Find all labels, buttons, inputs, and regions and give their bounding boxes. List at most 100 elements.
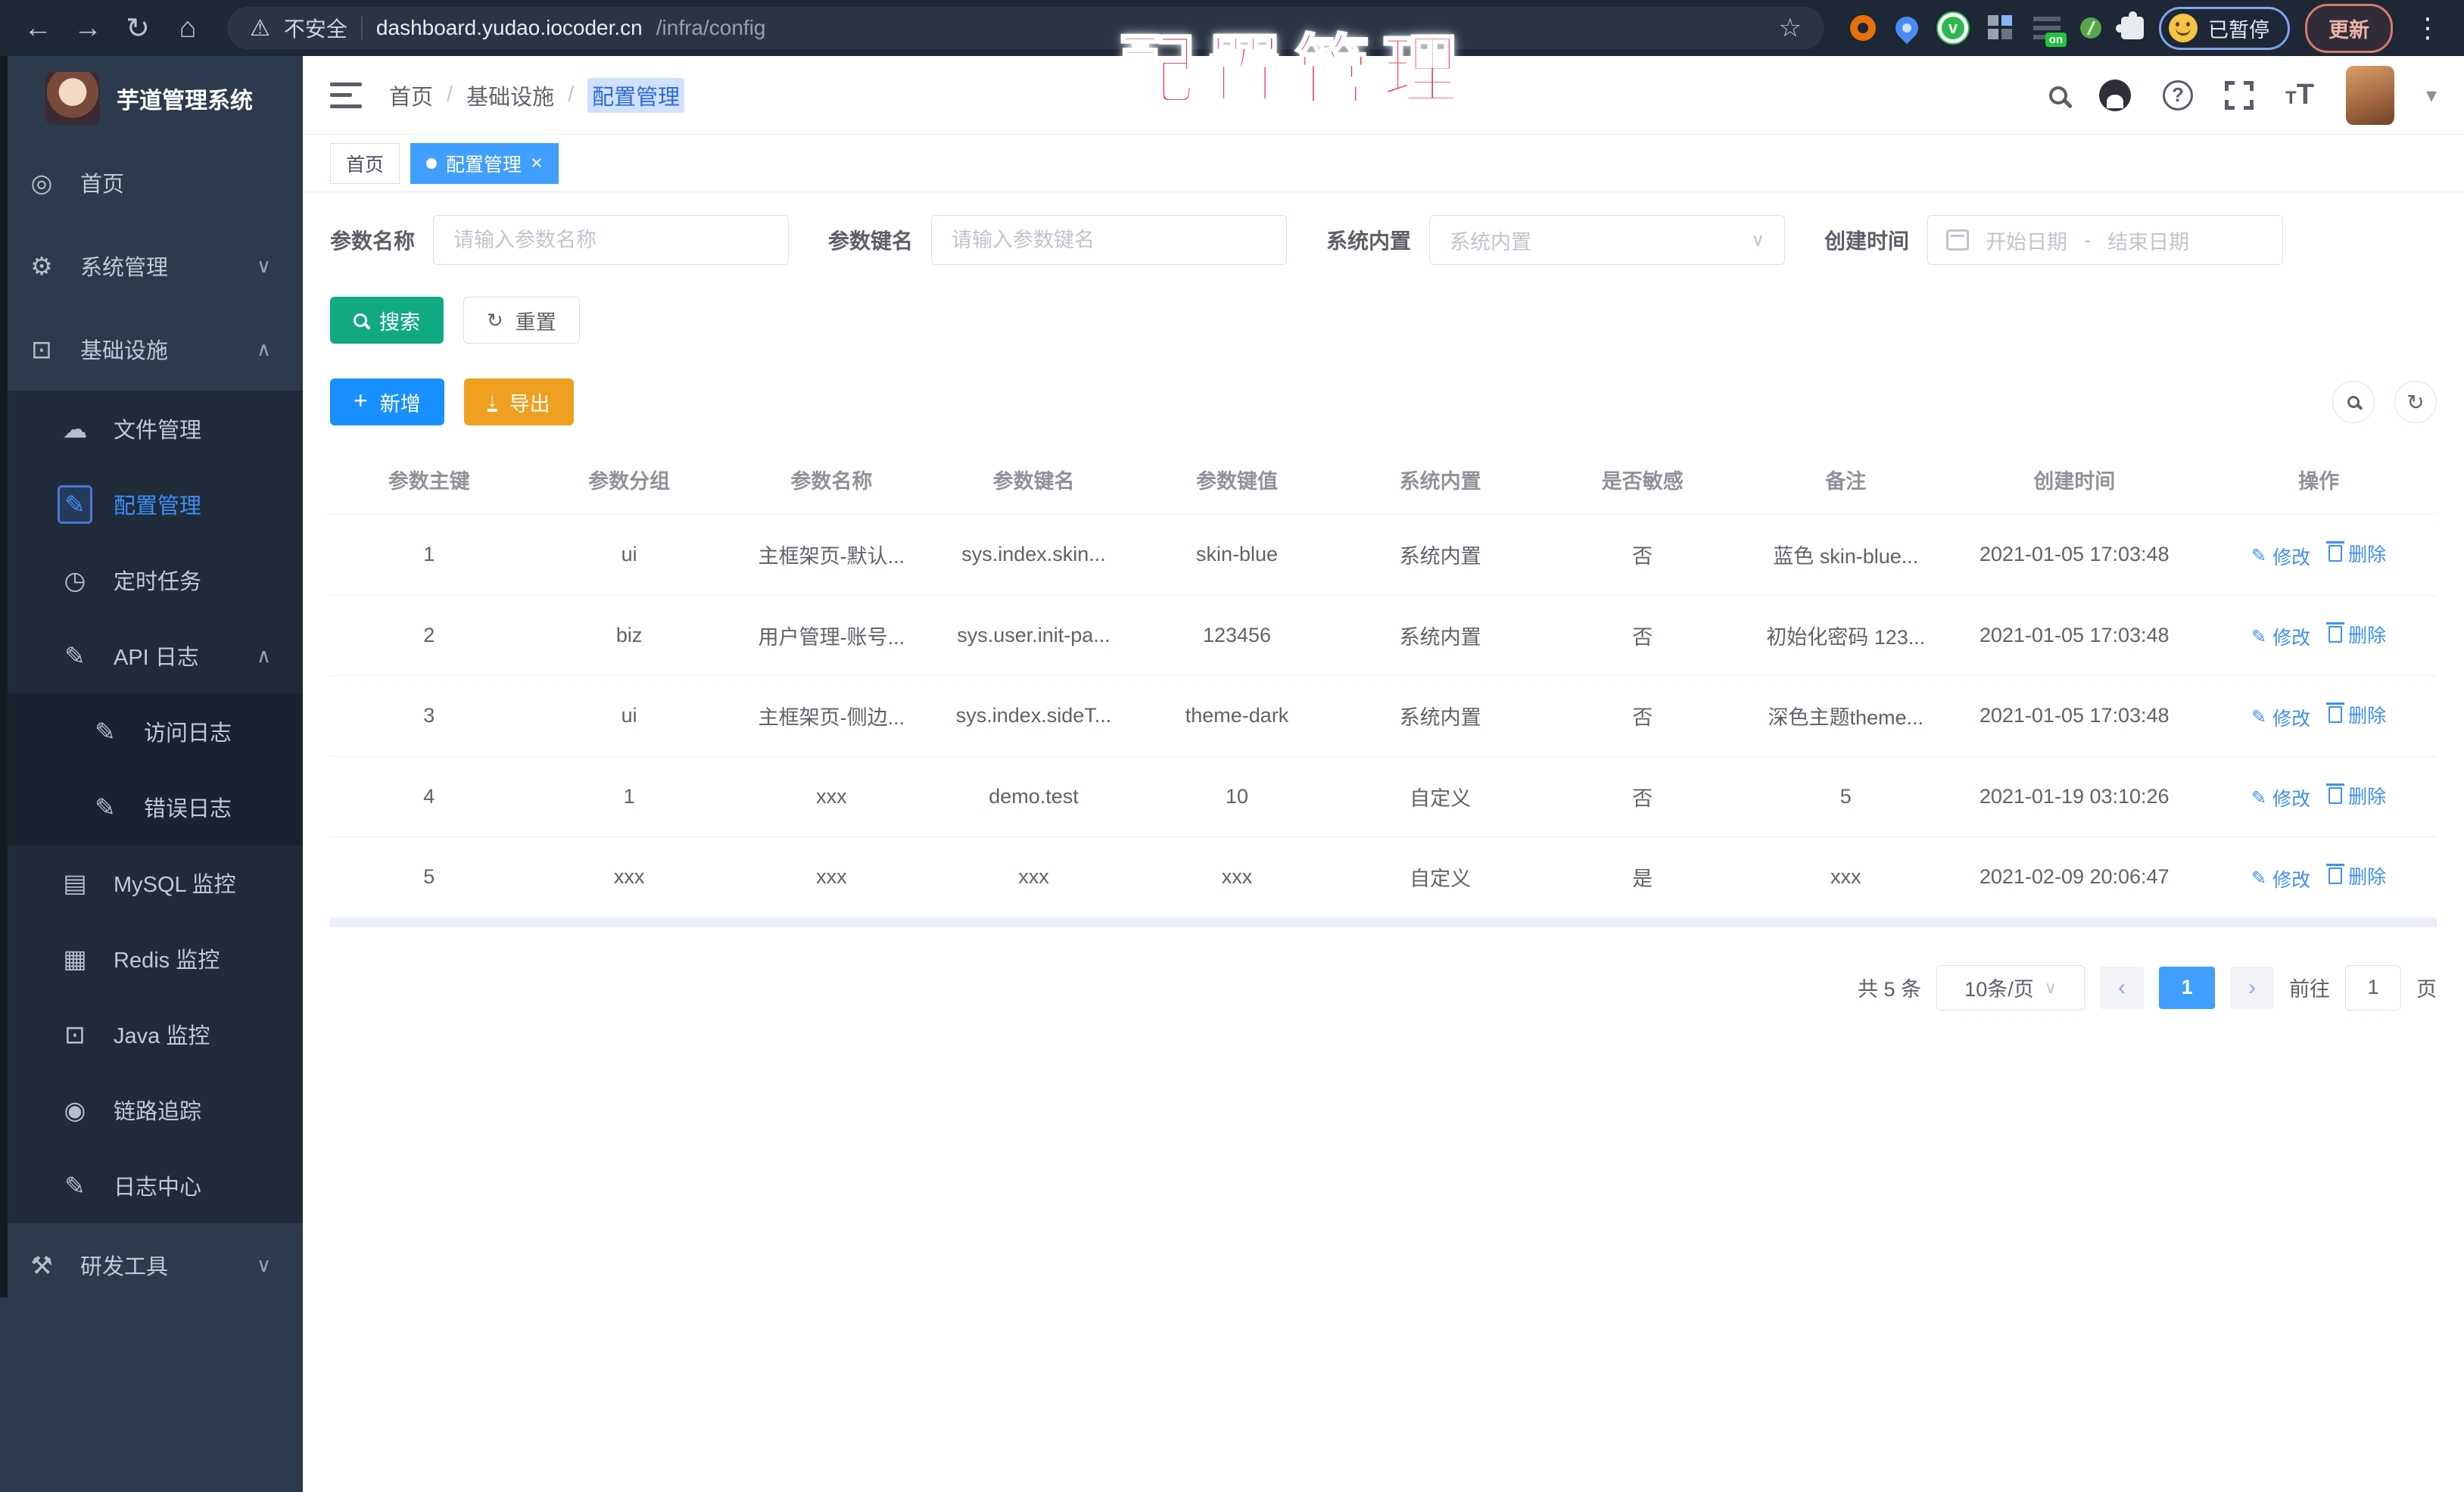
browser-back-icon[interactable] [17,7,59,49]
table-cell: xxx [730,756,933,837]
delete-link[interactable]: 删除 [2326,862,2386,889]
table-cell: 否 [1541,675,1744,757]
sidebar-item-api-log[interactable]: ✎ API 日志 [0,618,303,693]
edit-link[interactable]: 修改 [2251,704,2310,731]
table-cell: 4 [330,756,528,837]
column-header: 是否敏感 [1541,445,1744,515]
table-cell: sys.index.sideT... [932,675,1135,757]
sidebar-item-redis-monitor[interactable]: ▦ Redis 监控 [0,920,303,996]
sidebar-item-error-log[interactable]: ✎ 错误日志 [0,769,303,845]
reset-button[interactable]: 重置 [463,297,580,344]
table-cell: theme-dark [1135,675,1339,757]
breadcrumb: 首页 / 基础设施 / 配置管理 [389,77,685,113]
page-size-select[interactable]: 10条/页 [1936,964,2085,1011]
sidebar-item-java-monitor[interactable]: ⊡ Java 监控 [0,996,303,1072]
extension-leaf-icon[interactable] [2080,17,2101,39]
export-button[interactable]: 导出 [463,378,574,425]
tab-active[interactable]: 配置管理 × [410,142,559,184]
table-horizontal-scrollbar[interactable] [330,917,2437,927]
help-icon[interactable]: ? [2163,79,2194,111]
chevron-down-icon[interactable] [2426,83,2437,107]
browser-menu-icon[interactable] [2408,12,2447,44]
extension-grid-icon[interactable] [1988,15,2014,41]
sidebar-item-mysql-monitor[interactable]: ▤ MySQL 监控 [0,845,303,920]
browser-reload-icon[interactable] [117,7,159,49]
search-icon [2347,396,2360,408]
sidebar-item-home[interactable]: ◎ 首页 [0,141,303,224]
cloud-upload-icon: ☁ [62,414,88,443]
edit-link[interactable]: 修改 [2251,784,2310,811]
filter-input[interactable] [433,215,790,265]
search-button[interactable]: 搜索 [330,297,444,344]
delete-link[interactable]: 删除 [2326,782,2386,809]
sidebar-item-tracing[interactable]: ◉ 链路追踪 [0,1072,303,1148]
sidebar-item-label: 系统管理 [80,256,169,280]
browser-update-button[interactable]: 更新 [2305,3,2393,53]
tab-item[interactable]: 首页 [330,142,400,184]
filter-input[interactable] [931,215,1288,265]
table-cell: 用户管理-账号... [730,595,933,676]
browser-profile-chip[interactable]: 已暂停 [2159,6,2290,50]
font-size-icon[interactable] [2285,79,2314,111]
current-page[interactable]: 1 [2159,966,2215,1009]
prev-page-button[interactable] [2100,966,2144,1009]
table-cell: 初始化密码 123... [1743,595,1948,676]
date-range-picker[interactable]: 开始日期 - 结束日期 [1927,215,2284,265]
table-row: 3 ui 主框架页-侧边... sys.index.sideT... theme-dar… [330,675,2437,757]
extension-donut-icon[interactable] [1850,15,1876,41]
breadcrumb-item[interactable]: 首页 [389,79,433,111]
column-header: 操作 [2201,445,2437,515]
add-button[interactable]: 新增 [330,378,444,425]
edit-link[interactable]: 修改 [2251,623,2310,650]
table-cell: 10 [1135,756,1339,837]
sidebar-item-dev-tools[interactable]: ⚒ 研发工具 [0,1223,303,1307]
active-dot-icon [426,157,438,169]
next-page-button[interactable] [2230,966,2274,1009]
breadcrumb-separator: / [447,83,453,107]
table-cell: 2021-01-05 17:03:48 [1948,595,2201,676]
sidebar-item-system-admin[interactable]: ⚙ 系统管理 [0,224,303,307]
search-icon [354,313,367,327]
extensions-puzzle-icon[interactable] [2116,11,2144,39]
table-cell: 5 [1743,756,1948,837]
chevron-down-icon [257,254,271,278]
goto-page-input[interactable] [2345,964,2401,1011]
breadcrumb-item[interactable]: 基础设施 [466,79,554,111]
toggle-search-button[interactable] [2332,381,2375,423]
calendar-icon [1946,229,1970,251]
browser-forward-icon[interactable] [67,7,109,49]
sidebar-item-access-log[interactable]: ✎ 访问日志 [0,693,303,769]
user-avatar[interactable] [2345,65,2394,125]
table-cell: sys.index.skin... [932,514,1135,596]
select-placeholder: 系统内置 [1450,230,1532,254]
browser-home-icon[interactable] [167,7,209,49]
page-suffix: 页 [2416,978,2437,1001]
sidebar-item-scheduled-job[interactable]: ◷ 定时任务 [0,542,303,618]
delete-icon [2326,864,2345,884]
toolbox-icon: ⚒ [30,1251,53,1279]
delete-link[interactable]: 删除 [2326,540,2386,567]
filter-select[interactable]: 系统内置 [1429,215,1786,265]
extension-pin-icon[interactable] [1890,11,1924,45]
github-icon[interactable] [2099,79,2132,111]
search-icon[interactable] [2049,86,2068,104]
edit-link[interactable]: 修改 [2251,865,2310,892]
extension-list-icon[interactable]: on [2033,17,2067,47]
address-bar[interactable]: 不安全 dashboard.yudao.iocoder.cn /infra/co… [227,7,1824,49]
sidebar-item-file-manage[interactable]: ☁ 文件管理 [0,391,303,466]
edit-link[interactable]: 修改 [2251,543,2310,570]
bookmark-star-icon[interactable] [1779,13,1802,43]
delete-link[interactable]: 删除 [2326,701,2386,728]
sidebar-item-config-manage[interactable]: ✎ 配置管理 [0,466,303,542]
refresh-button[interactable] [2394,381,2437,423]
fullscreen-icon[interactable] [2225,80,2254,110]
sidebar-logo[interactable]: 芋道管理系统 [0,56,303,141]
extension-green-icon[interactable]: v [1938,13,1968,43]
goto-label: 前往 [2289,978,2330,1001]
table-cell: 主框架页-侧边... [730,675,933,757]
sidebar-toggle-icon[interactable] [330,82,362,108]
close-icon[interactable]: × [531,153,543,173]
delete-link[interactable]: 删除 [2326,621,2386,648]
sidebar-item-infrastructure[interactable]: ⊡ 基础设施 [0,307,303,391]
sidebar-item-log-center[interactable]: ✎ 日志中心 [0,1148,303,1223]
